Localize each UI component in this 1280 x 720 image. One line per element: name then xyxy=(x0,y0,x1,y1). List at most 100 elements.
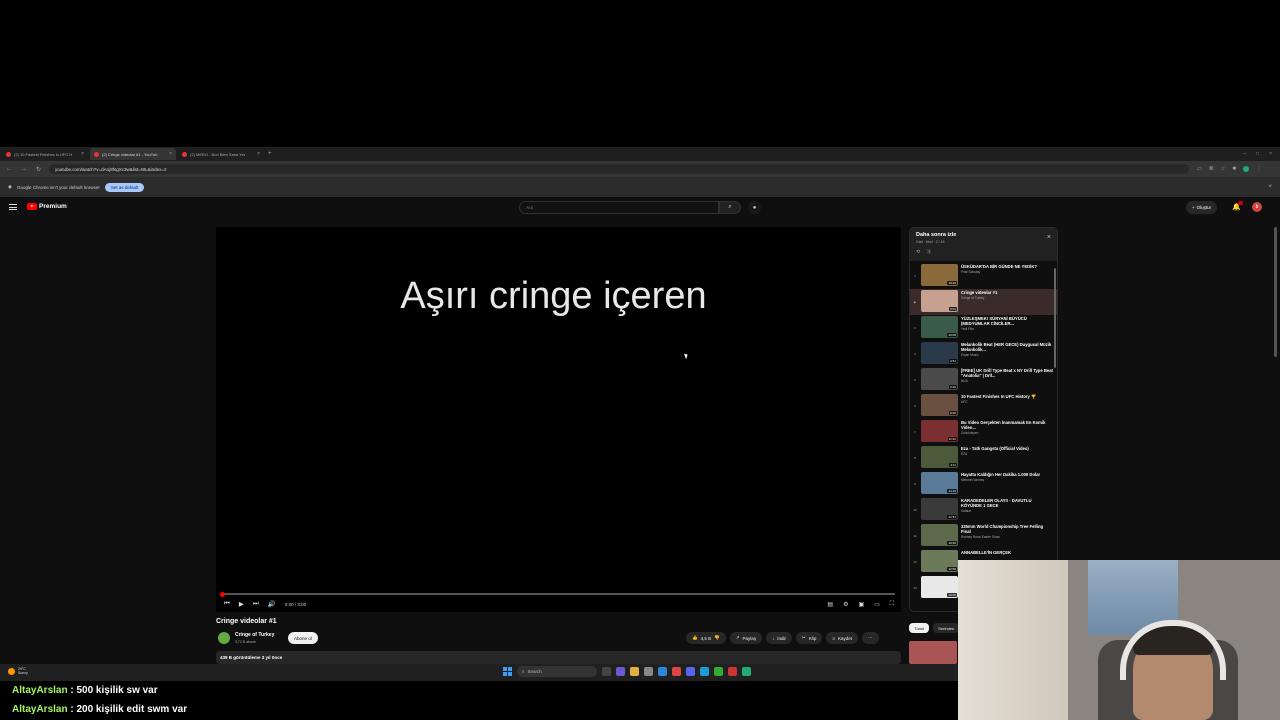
playlist-item-title[interactable]: 325mm World Championship Tree Felling Fi… xyxy=(961,524,1053,534)
app-icon[interactable] xyxy=(644,667,653,676)
video-thumbnail[interactable]: 8:06 xyxy=(921,394,958,416)
video-player[interactable]: Aşırı cringe içeren ⏮ ▶ ⏭ 🔊 0:00 / 3:00 … xyxy=(216,227,901,612)
discord-icon[interactable] xyxy=(686,667,695,676)
hamburger-menu-icon[interactable] xyxy=(9,204,17,210)
playlist-item[interactable]: 10 22:51 KARADEDELER OLAYI! - DAVUTLU KÖYÜ… xyxy=(910,497,1057,523)
chip-all[interactable]: Tümü xyxy=(909,623,930,633)
video-thumbnail[interactable]: 14:10 xyxy=(921,472,958,494)
playlist-item-title[interactable]: ANNABELLE'İN GERÇEK xyxy=(961,550,1053,555)
task-view-icon[interactable] xyxy=(602,667,611,676)
playlist-item-title[interactable]: ÜSKÜDAR'DA BİR GÜNDE NE YEDİK? xyxy=(961,264,1053,269)
new-tab-icon[interactable]: + xyxy=(268,151,272,157)
playlist-item-title[interactable]: [FREE] UK Drill Type Beat x NY Drill Typ… xyxy=(961,368,1053,378)
playlist-item[interactable]: ▶ 3:01 Cringe videolar #1 Cringe of Turkey xyxy=(910,289,1057,315)
thumbs-down-icon[interactable]: 👎 xyxy=(714,635,720,641)
playlist-item[interactable]: 4 3:51 Melankolik Beat (HER GECE) Duygusal… xyxy=(910,341,1057,367)
windows-start-icon[interactable] xyxy=(503,667,512,676)
page-scrollbar[interactable] xyxy=(1274,227,1277,357)
playlist-item-title[interactable]: Cringe videolar #1 xyxy=(961,290,1053,295)
share-button[interactable]: ↗ Paylaş xyxy=(729,632,763,644)
file-explorer-icon[interactable] xyxy=(630,667,639,676)
next-icon[interactable]: ⏭ xyxy=(253,600,259,608)
close-window-icon[interactable]: × xyxy=(1269,151,1272,157)
tab-close-icon[interactable]: × xyxy=(257,151,260,157)
clip-button[interactable]: ✂ Klip xyxy=(796,632,823,644)
playlist-item-title[interactable]: Eza - Tatlı Gangsta (Official Video) xyxy=(961,446,1053,451)
playlist-scrollbar[interactable] xyxy=(1054,268,1056,368)
extensions-icon[interactable]: ✱ xyxy=(1232,166,1236,172)
playlist-item[interactable]: 3 26:08 YÜZLEŞMEK! SÜRYANİ BÜYÜCÜ (MEDYUML… xyxy=(910,315,1057,341)
playlist-item[interactable]: 8 3:11 Eza - Tatlı Gangsta (Official Video… xyxy=(910,445,1057,471)
video-thumbnail[interactable]: 12:56 xyxy=(921,550,958,572)
youtube-logo[interactable]: Premium xyxy=(27,203,67,210)
maximize-icon[interactable]: □ xyxy=(1256,151,1259,157)
menu-dots-icon[interactable]: ⋮ xyxy=(1256,166,1261,172)
create-button[interactable]: + Oluştur xyxy=(1186,201,1218,214)
video-thumbnail[interactable]: 3:51 xyxy=(921,342,958,364)
volume-icon[interactable]: 🔊 xyxy=(268,600,276,608)
subscribe-button[interactable]: Abone ol xyxy=(288,632,318,644)
voice-search-button[interactable]: ● xyxy=(748,201,761,214)
set-as-default-button[interactable]: Set as default xyxy=(104,182,145,192)
playlist-close-icon[interactable]: × xyxy=(1047,234,1051,241)
playlist-item-title[interactable]: 10 Fastest Finishes In UFC History 🏆 xyxy=(961,394,1053,399)
back-icon[interactable]: ← xyxy=(6,166,12,173)
playlist-item-title[interactable]: Bu Video Gerçekten İnanmamak En Komik Vi… xyxy=(961,420,1053,430)
playlist-item[interactable]: 5 2:29 [FREE] UK Drill Type Beat x NY Dril… xyxy=(910,367,1057,393)
theater-mode-icon[interactable]: ▭ xyxy=(874,601,880,608)
more-actions-button[interactable]: ⋯ xyxy=(862,632,879,644)
fullscreen-icon[interactable]: ⛶ xyxy=(890,601,894,608)
video-thumbnail[interactable]: 26:08 xyxy=(921,316,958,338)
settings-gear-icon[interactable]: ⚙ xyxy=(843,601,848,608)
video-thumbnail[interactable]: 22:51 xyxy=(921,498,958,520)
video-thumbnail[interactable]: 10:00 xyxy=(921,576,958,598)
playlist-title[interactable]: Daha sonra izle xyxy=(916,232,1051,238)
playlist-item[interactable]: 1 18:29 ÜSKÜDAR'DA BİR GÜNDE NE YEDİK? Fıra… xyxy=(910,263,1057,289)
like-button[interactable]: 👍 4,5 B 👎 xyxy=(686,632,726,644)
translate-icon[interactable]: ⌘ xyxy=(1209,166,1214,172)
infobar-close-icon[interactable]: × xyxy=(1268,184,1272,190)
cast-icon[interactable]: ▭ xyxy=(1197,166,1202,172)
tab-close-icon[interactable]: × xyxy=(169,151,172,157)
download-button[interactable]: ↓ İndir xyxy=(766,632,793,644)
minimize-icon[interactable]: – xyxy=(1243,151,1246,157)
profile-avatar[interactable] xyxy=(1243,166,1250,172)
miniplayer-icon[interactable]: ▣ xyxy=(858,601,864,608)
browser-tab-3[interactable]: (2) MERO - Bon Bleri Sana Yer × xyxy=(178,148,264,160)
app-icon[interactable] xyxy=(714,667,723,676)
loop-icon[interactable]: ⟲ xyxy=(916,249,920,255)
user-avatar[interactable]: b xyxy=(1252,202,1262,212)
app-icon[interactable] xyxy=(742,667,751,676)
progress-scrubber[interactable] xyxy=(220,591,225,597)
video-thumbnail[interactable]: 3:01 xyxy=(921,290,958,312)
app-icon[interactable] xyxy=(700,667,709,676)
reload-icon[interactable]: ↻ xyxy=(36,166,41,173)
play-icon[interactable]: ▶ xyxy=(239,600,244,608)
search-input[interactable]: Ara xyxy=(519,201,719,214)
app-icon[interactable] xyxy=(672,667,681,676)
recommended-thumbnail[interactable] xyxy=(909,641,957,664)
channel-name[interactable]: Cringe of Turkey xyxy=(235,632,274,638)
subtitles-icon[interactable]: ▤ xyxy=(827,601,833,608)
channel-avatar[interactable] xyxy=(218,632,230,644)
browser-tab-2[interactable]: (2) Cringe videolar #1 - YouTub × xyxy=(90,148,176,160)
chip-series[interactable]: Serinden xyxy=(933,623,960,633)
playlist-item-title[interactable]: Hayatta Kaldığın Her Dakika 1.000 Dolar xyxy=(961,472,1053,477)
video-thumbnail[interactable]: 3:11 xyxy=(921,446,958,468)
playlist-item[interactable]: 9 14:10 Hayatta Kaldığın Her Dakika 1.000 … xyxy=(910,471,1057,497)
playlist-item-title[interactable]: YÜZLEŞMEK! SÜRYANİ BÜYÜCÜ (MEDYUMLAR CİN… xyxy=(961,316,1053,326)
chrome-icon[interactable] xyxy=(728,667,737,676)
tab-close-icon[interactable]: × xyxy=(81,151,84,157)
bookmark-star-icon[interactable]: ☆ xyxy=(1221,166,1225,172)
video-thumbnail[interactable]: 11:22 xyxy=(921,420,958,442)
edge-icon[interactable] xyxy=(658,667,667,676)
weather-widget[interactable]: 29°C Sunny xyxy=(8,667,28,675)
save-button[interactable]: ≡ Kaydet xyxy=(826,632,858,644)
search-button[interactable]: ⌕ xyxy=(719,201,741,214)
description-box[interactable]: 439 B görüntüleme 3 yıl önce xyxy=(216,651,901,664)
browser-tab-1[interactable]: (2) 10 Fastest Finishes in UFC H × xyxy=(2,148,88,160)
url-input[interactable]: youtube.com/watch?v=dAoj8fsgXc3w&list=WL… xyxy=(49,164,1190,174)
playlist-item[interactable]: 11 10:30 325mm World Championship Tree Fel… xyxy=(910,523,1057,549)
taskbar-search[interactable]: ⌕ Search xyxy=(517,666,597,677)
video-thumbnail[interactable]: 10:30 xyxy=(921,524,958,546)
